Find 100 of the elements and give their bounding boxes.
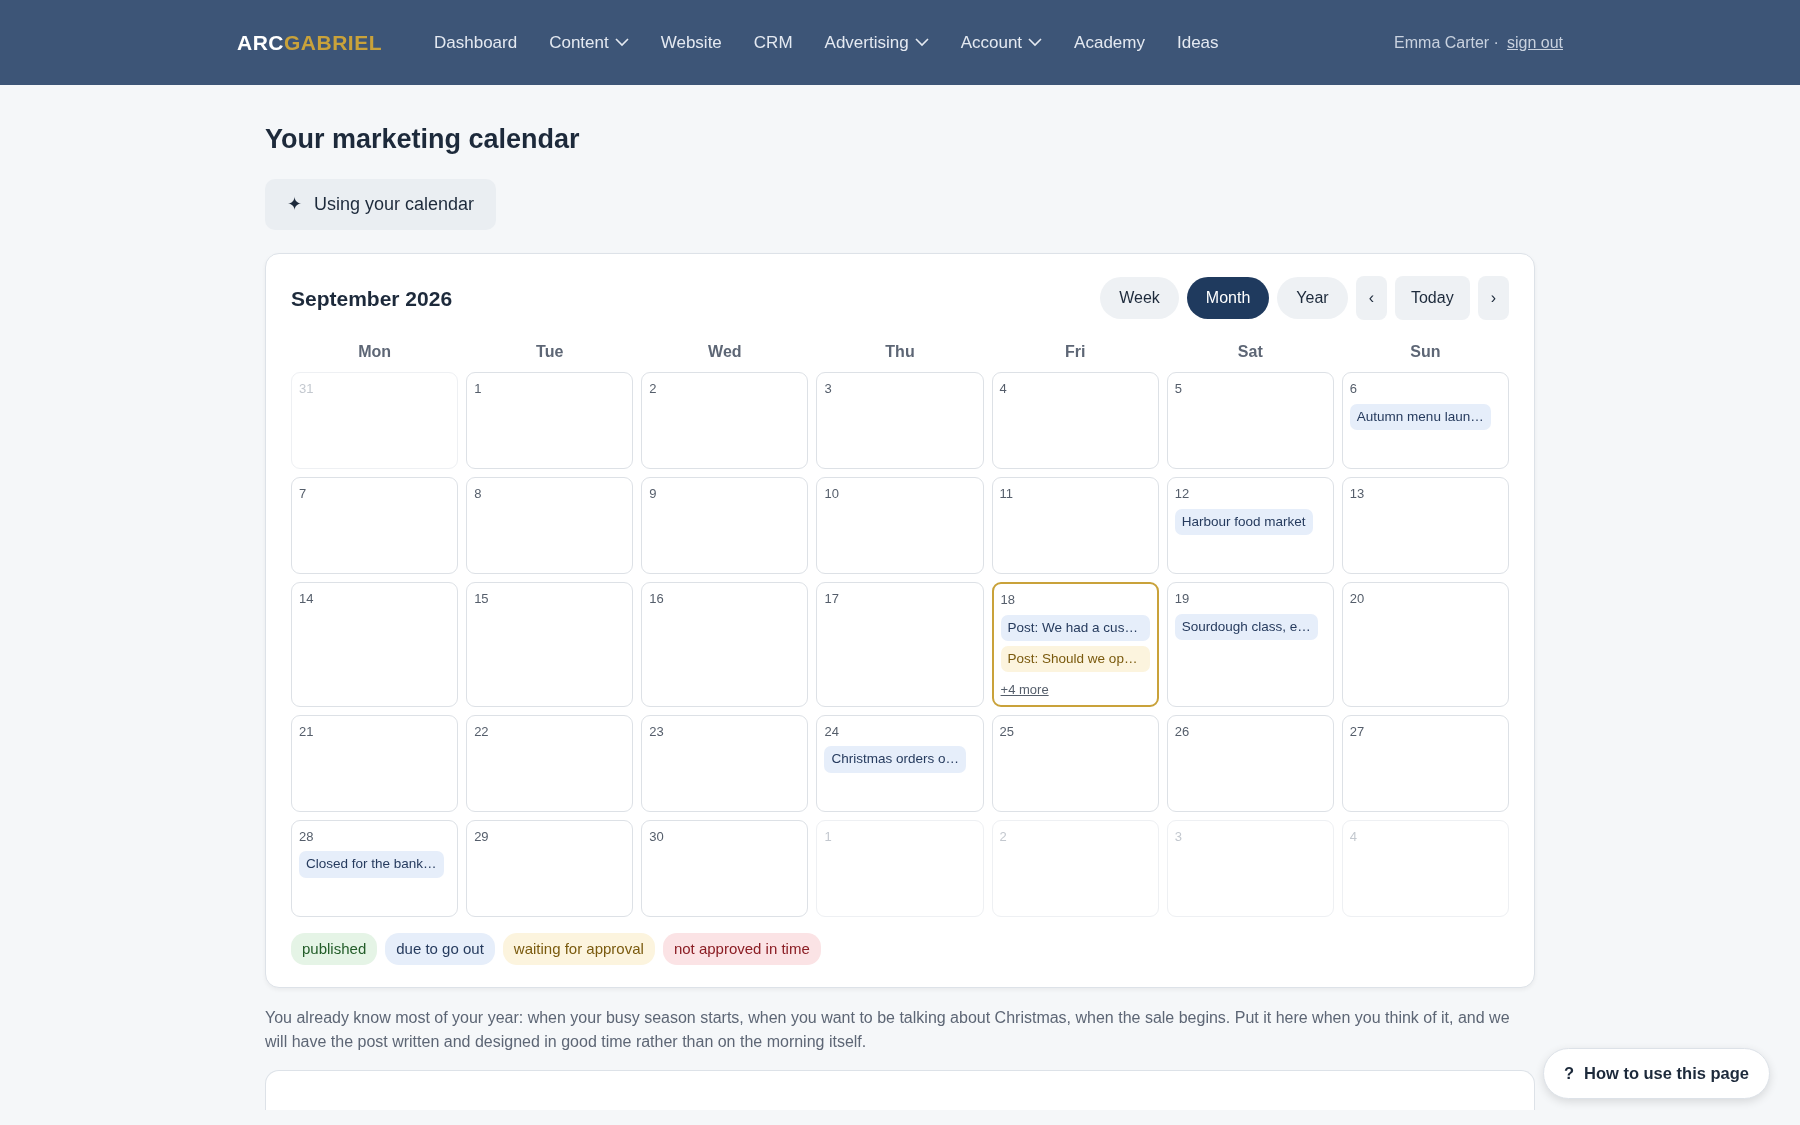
nav-link[interactable]: Dashboard (434, 29, 518, 56)
sign-out-link[interactable]: sign out (1506, 30, 1563, 55)
day-cell[interactable]: 29 (466, 819, 634, 917)
weekday-header: Tue (535, 342, 565, 363)
day-number: 6 (1349, 380, 1359, 399)
view-tab[interactable]: Month (1186, 277, 1270, 320)
more-link[interactable]: +4 more (1000, 680, 1049, 700)
day-number: 9 (649, 485, 658, 504)
day-number: 31 (299, 380, 315, 399)
event-tag[interactable]: Sourdough class, e… (1174, 613, 1318, 641)
page-title: Your marketing calendar (265, 123, 581, 156)
nav-link[interactable]: CRM (753, 29, 793, 56)
day-number: 26 (1174, 722, 1191, 741)
today-button[interactable]: Today (1394, 276, 1470, 321)
day-cell[interactable]: 10 (816, 477, 984, 575)
user-name: Emma Carter · (1394, 32, 1499, 53)
event-tag[interactable]: Christmas orders o… (824, 746, 966, 773)
day-number: 2 (999, 827, 1008, 846)
legend-tag: due to go out (385, 932, 495, 966)
day-number: 17 (824, 590, 840, 609)
dropdown-link[interactable]: Content (549, 29, 629, 56)
day-number: 16 (649, 590, 665, 609)
day-number: 27 (1349, 722, 1366, 741)
day-cell[interactable]: 14 (291, 582, 459, 707)
nav-link[interactable]: Website (660, 29, 722, 56)
day-number: 10 (824, 485, 840, 504)
day-cell[interactable]: 30 (641, 819, 809, 917)
view-tab[interactable]: Year (1277, 277, 1348, 320)
day-cell[interactable]: 23 (641, 714, 809, 812)
nav-link[interactable]: Academy (1074, 29, 1145, 56)
day-cell[interactable]: 25 (991, 714, 1159, 812)
day-cell[interactable]: 17 (816, 582, 984, 707)
event-tag[interactable]: Post: Should we op… (1000, 646, 1150, 673)
nav-link[interactable]: Ideas (1176, 29, 1219, 56)
day-cell[interactable]: 22 (466, 714, 634, 812)
day-number: 21 (299, 722, 315, 741)
day-number: 4 (999, 380, 1008, 399)
help-button[interactable]: ? How to use this page (1542, 1048, 1770, 1099)
day-cell[interactable]: 21 (291, 714, 459, 812)
dropdown-link[interactable]: Account (960, 29, 1043, 56)
day-number: 12 (1174, 485, 1191, 504)
legend-tag: not approved in time (662, 932, 821, 966)
weekday-header: Sun (1409, 342, 1442, 363)
day-number: 3 (1174, 827, 1183, 846)
day-cell[interactable]: 19 Sourdough class, e… (1166, 582, 1334, 707)
day-cell[interactable]: 2 (641, 372, 809, 470)
previous-button[interactable]: ‹ (1355, 276, 1387, 321)
intro-paragraph: You already know most of your year: when your busy season starts, when you want to be talking about Christmas, when the sale begins. Put it here when you think of it, and we will have the post written and designed in good time rather than on the morning itself. (265, 1008, 1511, 1053)
day-cell[interactable]: 26 (1166, 714, 1334, 812)
day-cell[interactable]: 8 (466, 477, 634, 575)
day-number: 15 (474, 590, 490, 609)
day-number: 3 (824, 380, 833, 399)
day-cell[interactable]: 11 (991, 477, 1159, 575)
day-cell[interactable]: 1 (466, 372, 634, 470)
next-button[interactable]: › (1477, 276, 1509, 321)
legend-tag: waiting for approval (502, 932, 655, 966)
dropdown-link[interactable]: Advertising (824, 29, 929, 56)
weekday-header: Sat (1236, 342, 1264, 363)
day-cell[interactable]: 9 (641, 477, 809, 575)
day-cell[interactable]: 24 Christmas orders o… (816, 714, 984, 812)
calendar-title: September 2026 (291, 285, 453, 312)
legend-tag: published (291, 932, 378, 966)
event-tag[interactable]: Harbour food market (1174, 508, 1313, 536)
day-cell[interactable]: 13 (1341, 477, 1509, 575)
event-tag[interactable]: Post: We had a cus… (1000, 614, 1150, 642)
brand-logo[interactable]: ARCGABRIEL (237, 26, 382, 59)
day-number: 1 (474, 380, 483, 399)
day-cell[interactable]: 12 Harbour food market (1166, 477, 1334, 575)
day-number: 19 (1174, 590, 1191, 609)
weekday-header: Mon (357, 342, 392, 363)
day-number: 13 (1349, 485, 1366, 504)
day-cell[interactable]: 5 (1166, 372, 1334, 470)
day-number: 11 (999, 485, 1015, 504)
day-cell[interactable]: 20 (1341, 582, 1509, 707)
day-cell[interactable]: 18 Post: We had a cus… Post: Should we op… +4 more (991, 582, 1159, 707)
day-cell[interactable]: 28 Closed for the bank… (291, 819, 459, 917)
day-cell[interactable]: 4 (991, 372, 1159, 470)
day-number: 30 (649, 827, 665, 846)
day-cell[interactable]: 3 (816, 372, 984, 470)
day-number: 8 (474, 485, 483, 504)
day-cell[interactable]: 27 (1341, 714, 1509, 812)
view-tab[interactable]: Week (1100, 277, 1179, 320)
day-number: 20 (1349, 590, 1366, 609)
day-number: 25 (999, 722, 1016, 741)
weekday-header: Thu (884, 342, 916, 363)
weekday-header: Wed (707, 342, 743, 363)
day-number: 5 (1174, 380, 1183, 399)
event-tag[interactable]: Closed for the bank… (299, 851, 444, 878)
day-number: 4 (1349, 827, 1359, 846)
day-number: 23 (649, 722, 665, 741)
day-number: 1 (824, 827, 833, 846)
help-button[interactable]: ✦ Using your calendar (265, 179, 497, 231)
event-tag[interactable]: Autumn menu laun… (1349, 403, 1491, 431)
day-number: 24 (824, 722, 840, 741)
day-cell[interactable]: 7 (291, 477, 459, 575)
day-cell[interactable]: 6 Autumn menu laun… (1341, 372, 1509, 470)
day-cell[interactable]: 16 (641, 582, 809, 707)
day-cell[interactable]: 15 (466, 582, 634, 707)
weekday-header: Fri (1063, 342, 1087, 363)
day-number: 22 (474, 722, 490, 741)
